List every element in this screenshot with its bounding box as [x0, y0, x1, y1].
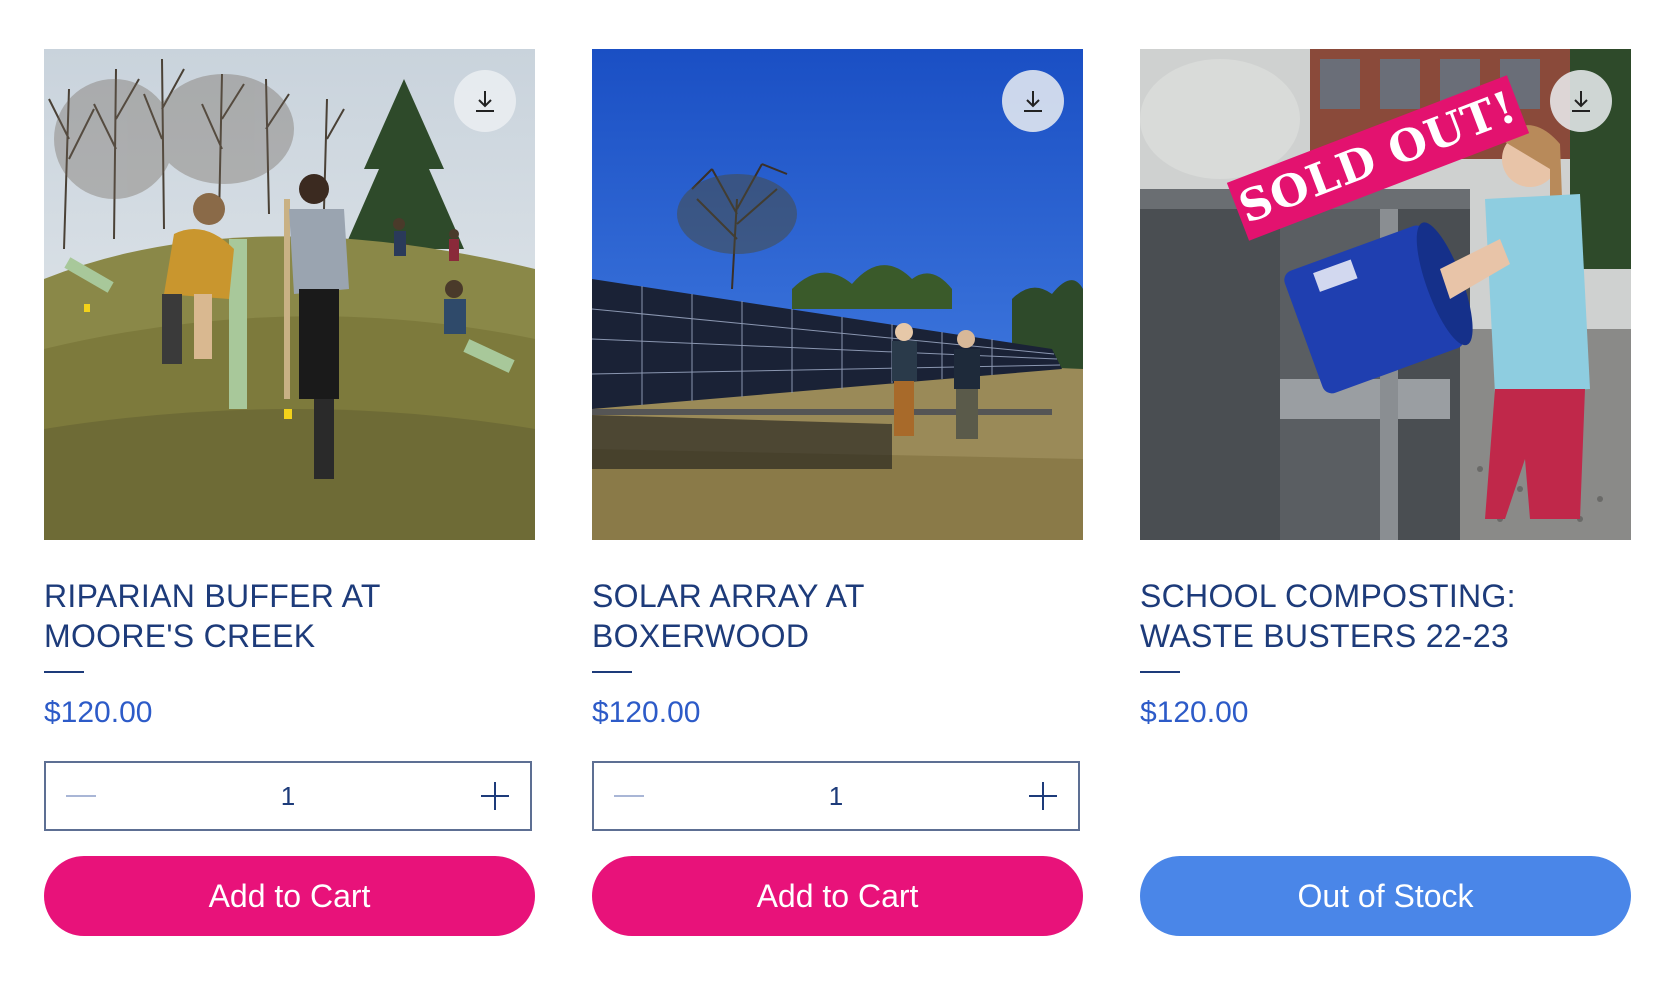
quantity-stepper [44, 761, 532, 831]
product-card: SOLAR ARRAY AT BOXERWOOD $120.00 Add to … [592, 49, 1083, 936]
product-grid: RIPARIAN BUFFER AT MOORE'S CREEK $120.00… [0, 0, 1655, 988]
solar-array-photo [592, 49, 1083, 540]
title-divider [1140, 671, 1180, 673]
product-price: $120.00 [44, 696, 153, 729]
product-image[interactable] [592, 49, 1083, 540]
product-price: $120.00 [1140, 696, 1249, 729]
increment-button[interactable] [1026, 779, 1060, 813]
decrement-button[interactable] [612, 779, 646, 813]
increment-button[interactable] [478, 779, 512, 813]
quantity-stepper [592, 761, 1080, 831]
product-card: SOLD OUT! SCHOOL COMPOSTING: WASTE BUSTE… [1140, 49, 1631, 936]
stepper-placeholder [1140, 731, 1631, 831]
minus-icon [614, 795, 644, 797]
minus-icon [66, 795, 96, 797]
download-button[interactable] [454, 70, 516, 132]
product-image[interactable] [44, 49, 535, 540]
product-title[interactable]: RIPARIAN BUFFER AT MOORE'S CREEK [44, 576, 535, 656]
product-title[interactable]: SCHOOL COMPOSTING: WASTE BUSTERS 22-23 [1140, 576, 1631, 656]
download-button[interactable] [1002, 70, 1064, 132]
quantity-input[interactable] [794, 779, 878, 813]
download-icon [1572, 91, 1590, 112]
title-divider [44, 671, 84, 673]
product-image[interactable]: SOLD OUT! [1140, 49, 1631, 540]
add-to-cart-button[interactable]: Add to Cart [44, 856, 535, 936]
product-price: $120.00 [592, 696, 701, 729]
riparian-photo [44, 49, 535, 540]
quantity-input[interactable] [246, 779, 330, 813]
download-icon [476, 91, 494, 112]
out-of-stock-button[interactable]: Out of Stock [1140, 856, 1631, 936]
add-to-cart-button[interactable]: Add to Cart [592, 856, 1083, 936]
download-icon [1024, 91, 1042, 112]
product-title[interactable]: SOLAR ARRAY AT BOXERWOOD [592, 576, 1083, 656]
title-divider [592, 671, 632, 673]
product-card: RIPARIAN BUFFER AT MOORE'S CREEK $120.00… [44, 49, 535, 936]
decrement-button[interactable] [64, 779, 98, 813]
download-button[interactable] [1550, 70, 1612, 132]
